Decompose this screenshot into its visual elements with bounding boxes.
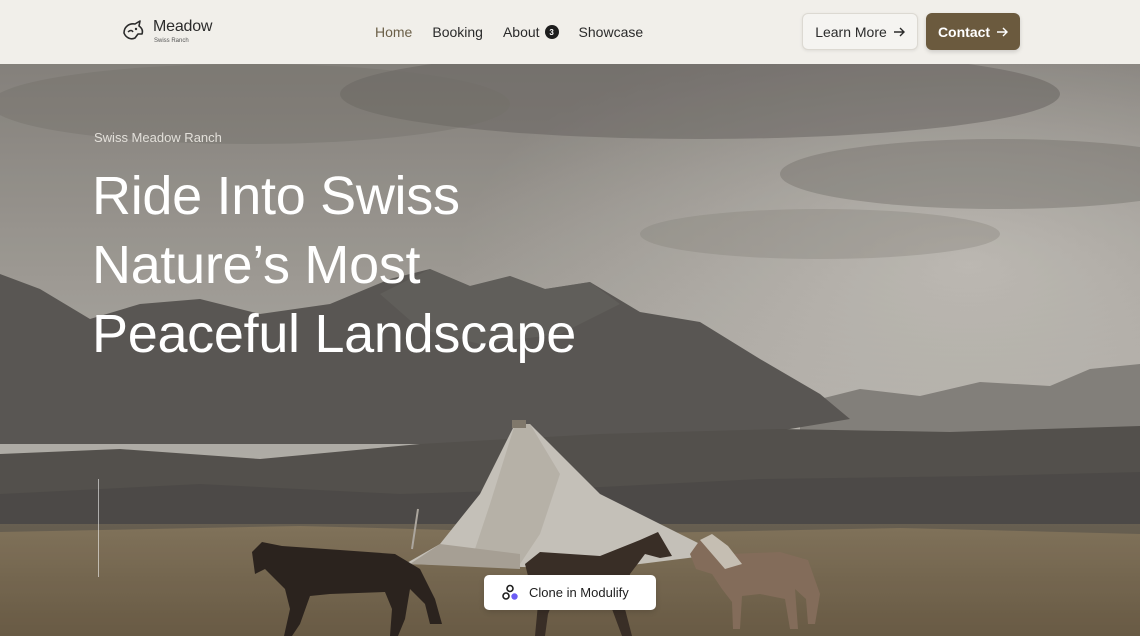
nav-item-booking[interactable]: Booking [432,23,483,41]
main-nav: Home Booking About 3 Showcase [375,23,643,41]
nav-item-label: Home [375,24,413,40]
brand-name: Meadow [153,17,213,35]
hero-headline: Ride Into Swiss Nature’s Most Peaceful L… [92,162,712,369]
modulify-icon [502,584,518,600]
hero-section: Swiss Meadow Ranch Ride Into Swiss Natur… [0,64,1140,636]
clone-label: Clone in Modulify [529,585,629,600]
site-header: Meadow Swiss Ranch Home Booking About 3 … [0,0,1140,64]
nav-item-about[interactable]: About 3 [503,23,559,41]
nav-item-showcase[interactable]: Showcase [579,23,644,41]
brand-logo[interactable]: Meadow Swiss Ranch [120,18,212,44]
headline-line: Nature’s Most [92,235,421,295]
about-count-badge: 3 [544,25,559,39]
arrow-right-icon [893,27,905,36]
learn-more-button[interactable]: Learn More [802,13,918,50]
learn-more-label: Learn More [815,23,887,40]
nav-item-label: Booking [432,24,483,40]
hero-divider-line [98,479,99,577]
contact-button[interactable]: Contact [926,13,1020,50]
headline-line: Ride Into Swiss [92,166,460,226]
hero-eyebrow: Swiss Meadow Ranch [94,130,222,145]
brand-subtitle: Swiss Ranch [154,37,189,44]
nav-item-label: About [502,24,540,40]
arrow-right-icon [997,27,1009,36]
headline-line: Peaceful Landscape [92,304,576,364]
nav-item-home[interactable]: Home [375,23,412,41]
horse-head-icon [123,20,144,40]
clone-in-modulify-button[interactable]: Clone in Modulify [484,575,656,610]
nav-item-label: Showcase [578,24,644,40]
contact-label: Contact [937,23,991,40]
